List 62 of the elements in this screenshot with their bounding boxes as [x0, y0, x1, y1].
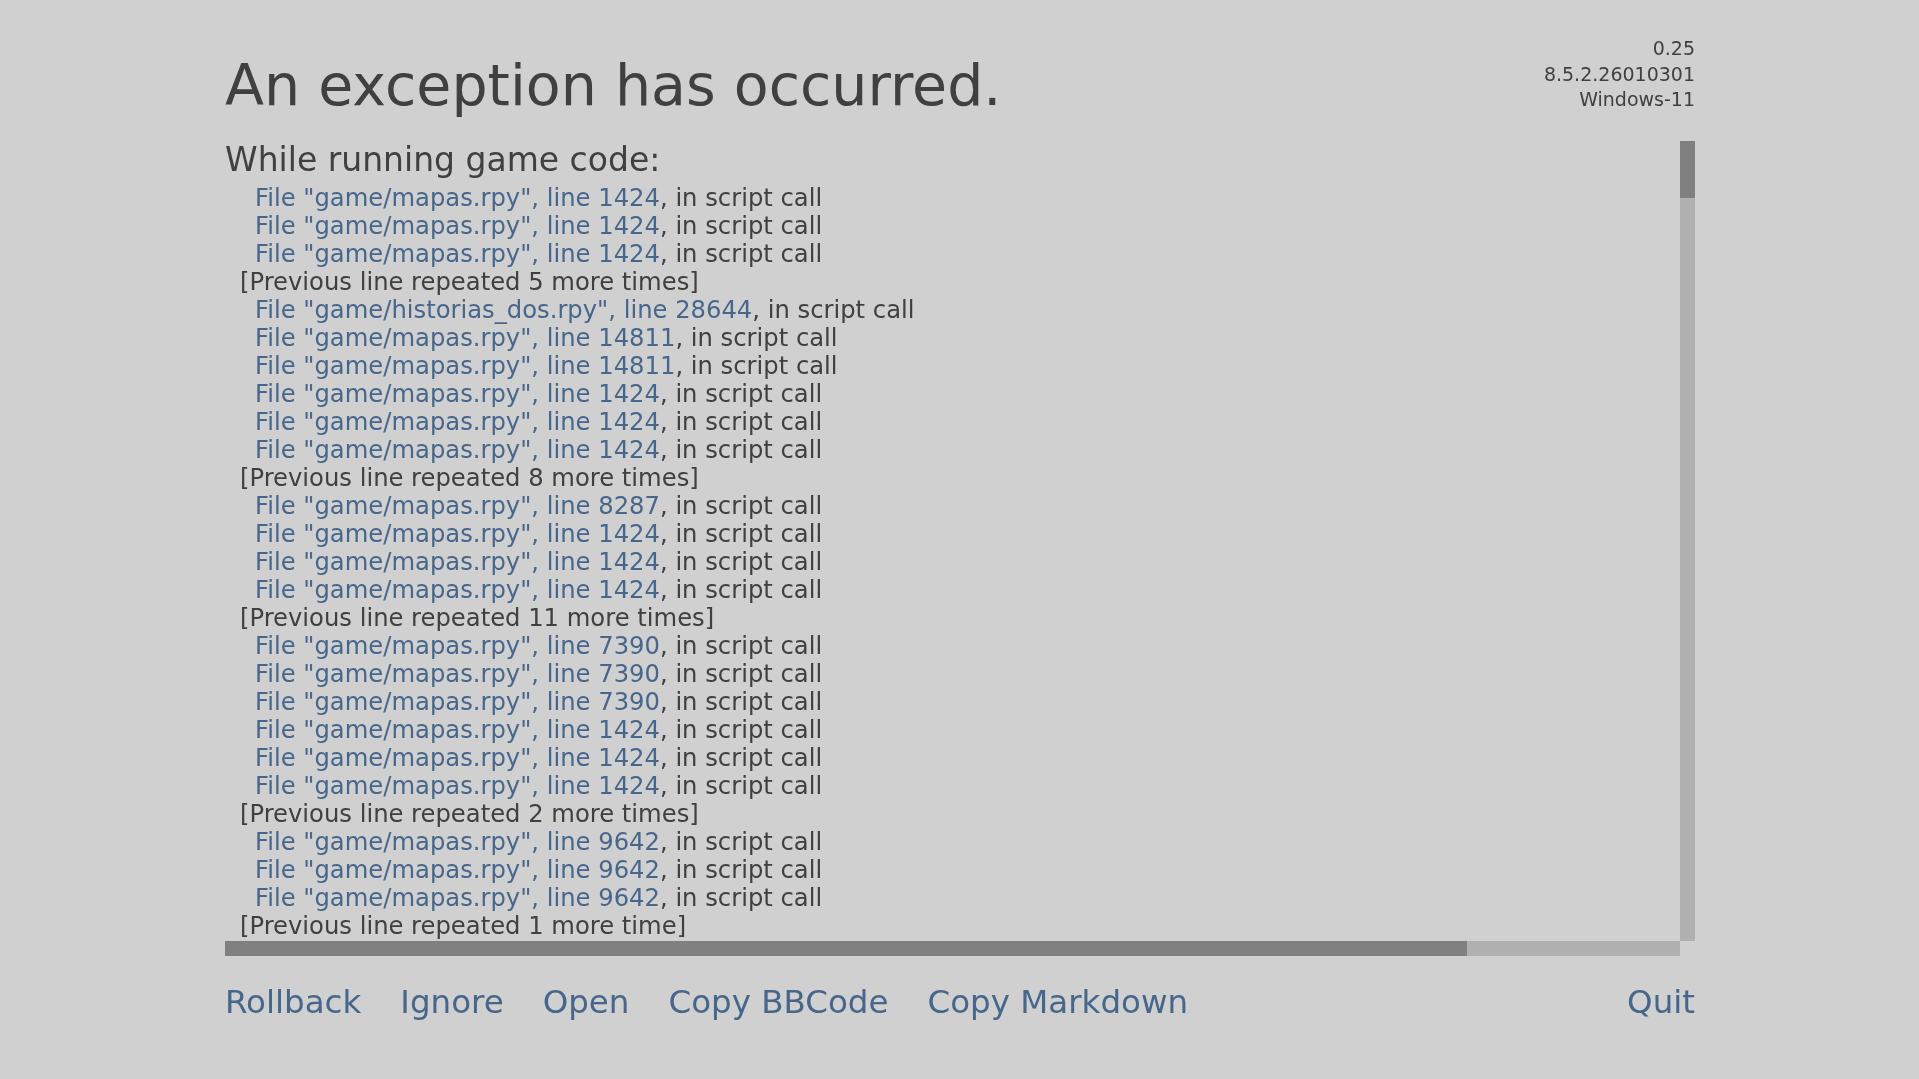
file-link[interactable]: File "game/mapas.rpy", line 1424	[255, 519, 660, 548]
file-link[interactable]: File "game/mapas.rpy", line 7390	[255, 687, 660, 716]
file-link[interactable]: File "game/mapas.rpy", line 1424	[255, 715, 660, 744]
file-link[interactable]: File "game/mapas.rpy", line 1424	[255, 239, 660, 268]
repeat-notice: [Previous line repeated 5 more times]	[240, 267, 699, 296]
file-link[interactable]: File "game/mapas.rpy", line 9642	[255, 883, 660, 912]
trace-text: , in script call	[659, 239, 823, 268]
error-title: An exception has occurred.	[225, 52, 1002, 118]
copy-bbcode-button[interactable]: Copy BBCode	[668, 983, 889, 1021]
trace-text: , in script call	[659, 435, 823, 464]
ignore-button[interactable]: Ignore	[400, 983, 504, 1021]
trace-text: , in script call	[659, 379, 823, 408]
trace-text: , in script call	[659, 575, 823, 604]
open-button[interactable]: Open	[542, 983, 630, 1021]
file-link[interactable]: File "game/mapas.rpy", line 1424	[255, 771, 660, 800]
trace-text: , in script call	[659, 491, 823, 520]
repeat-notice: [Previous line repeated 8 more times]	[240, 463, 699, 492]
trace-text: , in script call	[659, 771, 823, 800]
file-link[interactable]: File "game/mapas.rpy", line 14811	[255, 323, 676, 352]
trace-text: , in script call	[659, 547, 823, 576]
repeat-notice: [Previous line repeated 1 more time]	[240, 911, 687, 940]
trace-text: , in script call	[752, 295, 915, 324]
file-link[interactable]: File "game/mapas.rpy", line 9642	[255, 827, 660, 856]
file-link[interactable]: File "game/mapas.rpy", line 7390	[255, 631, 660, 660]
file-link[interactable]: File "game/mapas.rpy", line 1424	[255, 211, 660, 240]
copy-markdown-button[interactable]: Copy Markdown	[927, 983, 1189, 1021]
repeat-notice: [Previous line repeated 11 more times]	[240, 603, 715, 632]
rollback-button[interactable]: Rollback	[225, 983, 362, 1021]
file-link[interactable]: File "game/mapas.rpy", line 1424	[255, 575, 660, 604]
trace-text: , in script call	[675, 351, 838, 380]
trace-text: , in script call	[659, 519, 823, 548]
trace-text: , in script call	[659, 687, 823, 716]
file-link[interactable]: File "game/mapas.rpy", line 9642	[255, 855, 660, 884]
trace-text: , in script call	[659, 715, 823, 744]
file-link[interactable]: File "game/mapas.rpy", line 1424	[255, 435, 660, 464]
version-text: Windows-11	[1579, 87, 1695, 112]
trace-text: , in script call	[659, 855, 823, 884]
file-link[interactable]: File "game/mapas.rpy", line 8287	[255, 491, 660, 520]
trace-text: , in script call	[659, 183, 823, 212]
section-heading: While running game code:	[225, 141, 661, 179]
trace-text: , in script call	[675, 323, 838, 352]
file-link[interactable]: File "game/mapas.rpy", line 14811	[255, 351, 676, 380]
trace-text: , in script call	[659, 883, 823, 912]
quit-button[interactable]: Quit	[1627, 983, 1695, 1021]
file-link[interactable]: File "game/mapas.rpy", line 1424	[255, 547, 660, 576]
trace-text: , in script call	[659, 407, 823, 436]
trace-text: , in script call	[659, 827, 823, 856]
file-link[interactable]: File "game/mapas.rpy", line 1424	[255, 183, 660, 212]
trace-text: , in script call	[659, 743, 823, 772]
scrollbar-thumb[interactable]	[1680, 141, 1695, 198]
file-link[interactable]: File "game/mapas.rpy", line 7390	[255, 659, 660, 688]
file-link[interactable]: File "game/mapas.rpy", line 1424	[255, 743, 660, 772]
vertical-scrollbar[interactable]	[1680, 141, 1695, 941]
version-text: 8.5.2.26010301	[1543, 61, 1695, 87]
file-link[interactable]: File "game/mapas.rpy", line 1424	[255, 379, 660, 408]
trace-text: , in script call	[659, 631, 823, 660]
version-text: 0.25	[1652, 36, 1695, 61]
trace-text: , in script call	[659, 659, 823, 688]
repeat-notice: [Previous line repeated 2 more times]	[240, 799, 699, 828]
trace-text: , in script call	[659, 211, 823, 240]
file-link[interactable]: File "game/mapas.rpy", line 1424	[255, 407, 660, 436]
file-link[interactable]: File "game/historias_dos.rpy", line 28644	[255, 295, 753, 324]
